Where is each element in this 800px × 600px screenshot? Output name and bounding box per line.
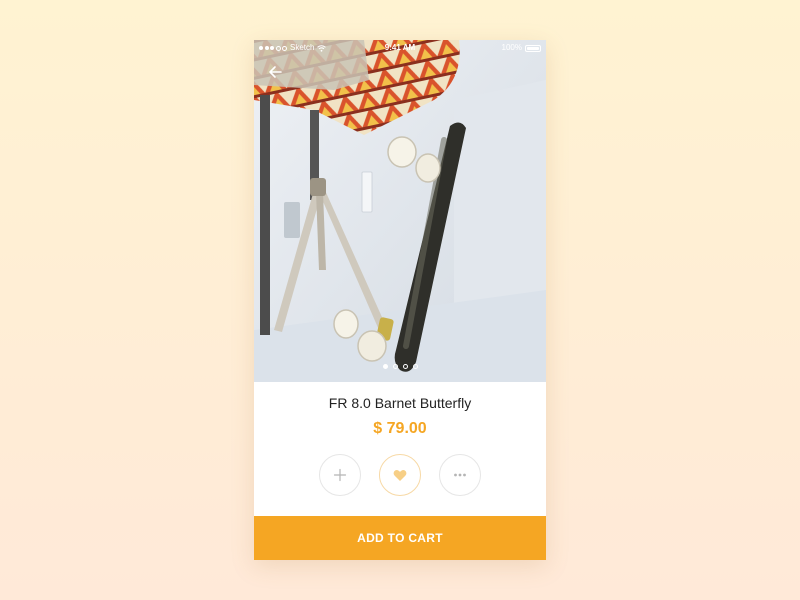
product-image[interactable]	[254, 40, 546, 382]
add-button[interactable]	[319, 454, 361, 496]
product-info: FR 8.0 Barnet Butterfly $ 79.00	[254, 382, 546, 439]
heart-icon	[393, 469, 407, 481]
battery-percent: 100%	[501, 43, 522, 52]
status-bar: Sketch 9:41 AM 100%	[254, 40, 546, 56]
phone-screen: Sketch 9:41 AM 100% FR 8.0 Barnet Butter…	[254, 40, 546, 560]
back-button[interactable]	[266, 62, 286, 82]
battery-icon	[525, 44, 541, 52]
favorite-button[interactable]	[379, 454, 421, 496]
back-arrow-icon	[269, 66, 282, 78]
gallery-page-dot[interactable]	[402, 364, 408, 369]
product-name: FR 8.0 Barnet Butterfly	[328, 395, 472, 411]
gallery-page-dot[interactable]	[382, 364, 388, 369]
gallery-pagination	[254, 364, 546, 369]
product-actions	[254, 454, 546, 496]
product-price: $ 79.00	[373, 420, 427, 437]
plus-icon	[333, 468, 347, 482]
gallery-page-dot[interactable]	[412, 364, 418, 369]
add-to-cart-button[interactable]: ADD TO CART	[254, 516, 546, 560]
skateboard-photo	[254, 40, 546, 382]
more-button[interactable]	[439, 454, 481, 496]
gallery-page-dot[interactable]	[392, 364, 398, 369]
more-icon	[454, 473, 466, 477]
status-right: 100%	[502, 40, 541, 56]
